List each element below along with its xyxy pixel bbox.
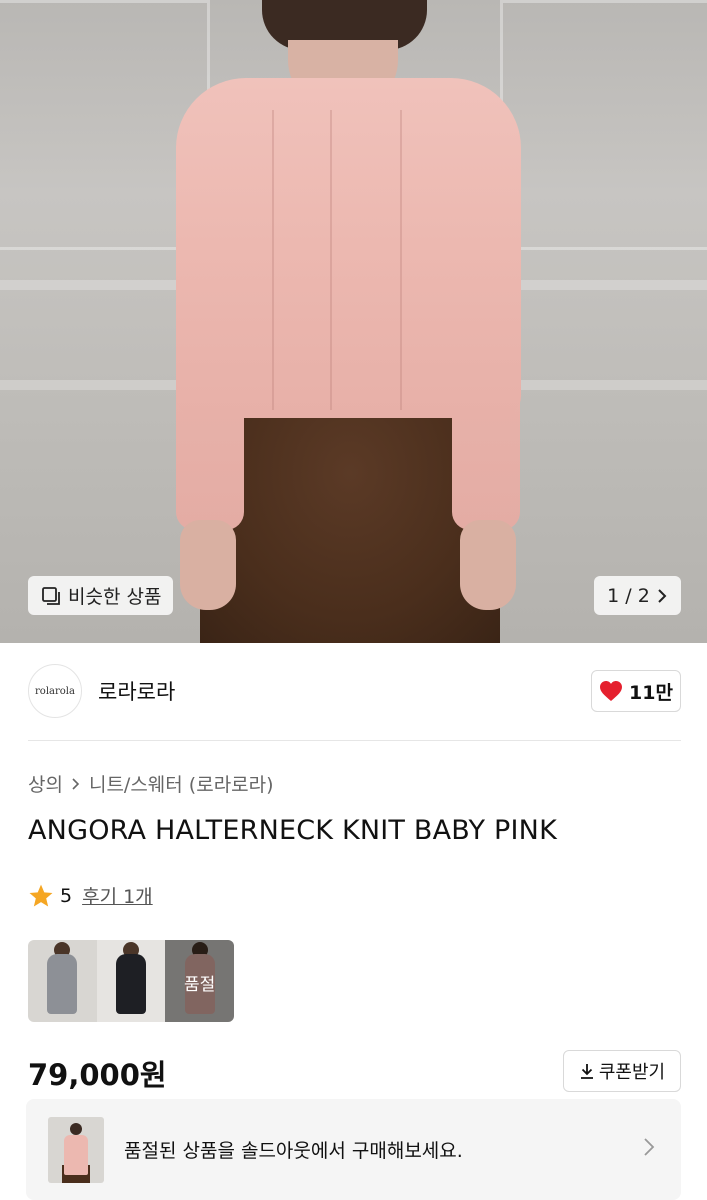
product-title: ANGORA HALTERNECK KNIT BABY PINK — [28, 815, 557, 846]
chevron-right-icon — [658, 588, 667, 603]
banner-thumbnail — [48, 1116, 104, 1183]
rating-row: 5 후기 1개 — [28, 882, 153, 909]
image-pager[interactable]: 1 / 2 — [594, 576, 681, 615]
thumb-sweater — [116, 954, 146, 1014]
option-thumb-black[interactable] — [96, 940, 166, 1022]
like-count: 11만 — [629, 681, 673, 704]
soldout-banner[interactable]: 품절된 상품을 솔드아웃에서 구매해보세요. — [26, 1099, 681, 1200]
chevron-right-icon — [72, 777, 80, 790]
chevron-right-icon — [644, 1138, 655, 1156]
option-thumb-pink[interactable]: 품절 — [165, 940, 234, 1022]
thumb-model-head — [191, 942, 208, 958]
banner-text: 품절된 상품을 솔드아웃에서 구매해보세요. — [124, 1140, 463, 1162]
sweater-rib — [330, 110, 332, 410]
coupon-button[interactable]: 쿠폰받기 — [563, 1050, 681, 1092]
thumb-sweater — [47, 954, 78, 1014]
option-thumbnails: 품절 — [28, 940, 234, 1022]
similar-items-button[interactable]: 비슷한 상품 — [28, 576, 174, 615]
product-price: 79,000원 — [28, 1058, 167, 1092]
sold-out-label: 품절 — [184, 975, 216, 995]
like-button[interactable]: 11만 — [591, 670, 681, 712]
banner-model-head — [70, 1122, 82, 1135]
model-hand-left — [180, 520, 236, 610]
wall-panel — [500, 0, 707, 250]
rating-score: 5 — [60, 884, 73, 907]
seller-avatar[interactable]: rolarola — [28, 664, 82, 718]
banner-model-sweater — [64, 1134, 88, 1175]
seller-logo-text: rolarola — [35, 685, 75, 697]
reviews-link[interactable]: 후기 1개 — [82, 882, 153, 909]
breadcrumb-category[interactable]: 상의 — [28, 770, 63, 797]
divider — [28, 740, 681, 741]
seller-name[interactable]: 로라로라 — [98, 676, 175, 706]
breadcrumb: 상의 니트/스웨터 (로라로라) — [28, 770, 274, 797]
pager-text: 1 / 2 — [607, 584, 650, 607]
similar-items-label: 비슷한 상품 — [68, 586, 162, 608]
product-image[interactable]: 비슷한 상품 1 / 2 — [0, 0, 707, 643]
breadcrumb-subcategory[interactable]: 니트/스웨터 (로라로라) — [89, 770, 274, 797]
sweater-body — [176, 78, 521, 418]
star-icon — [29, 884, 53, 907]
option-thumb-gray[interactable] — [28, 940, 97, 1022]
heart-icon — [600, 681, 623, 701]
seller-row[interactable]: rolarola 로라로라 11만 — [28, 662, 681, 720]
coupon-label: 쿠폰받기 — [598, 1062, 666, 1083]
download-icon — [580, 1064, 593, 1079]
sweater-rib — [272, 110, 274, 410]
similar-items-icon — [42, 586, 60, 605]
model-hand-right — [460, 520, 516, 610]
sweater-rib — [400, 110, 402, 410]
